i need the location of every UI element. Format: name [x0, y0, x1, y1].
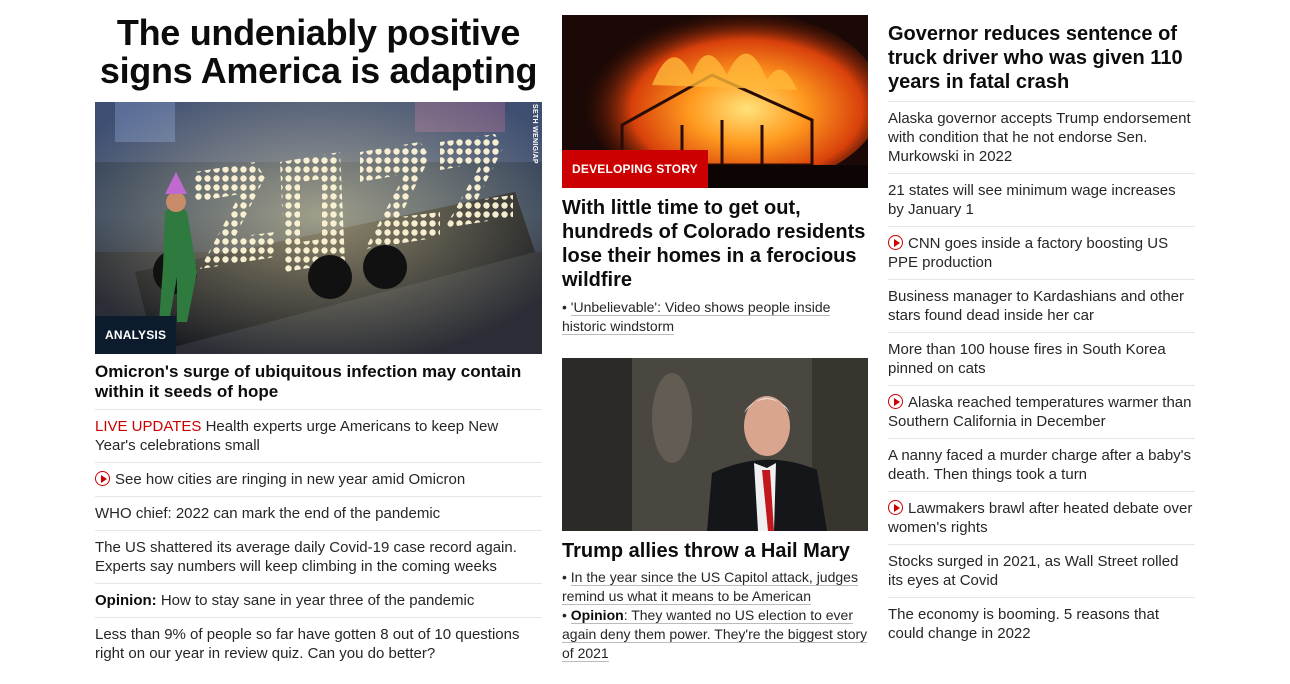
list-item[interactable]: See how cities are ringing in new year a… — [95, 463, 542, 497]
photo-credit: SETH WENIG/AP — [531, 104, 538, 164]
wildfire-headline[interactable]: With little time to get out, hundreds of… — [562, 196, 868, 292]
lead-image[interactable]: SETH WENIG/AP ANALYSIS — [95, 102, 542, 354]
trump-allies-image[interactable] — [562, 358, 868, 531]
list-item[interactable]: Stocks surged in 2021, as Wall Street ro… — [888, 545, 1195, 598]
list-item[interactable]: More than 100 house fires in South Korea… — [888, 333, 1195, 386]
wildfire-related-link[interactable]: • 'Unbelievable': Video shows people ins… — [562, 298, 868, 336]
list-item[interactable]: A nanny faced a murder charge after a ba… — [888, 439, 1195, 492]
play-video-icon — [888, 235, 903, 250]
meadows-photo — [562, 358, 868, 531]
list-item[interactable]: Lawmakers brawl after heated debate over… — [888, 492, 1195, 545]
governor-headline[interactable]: Governor reduces sentence of truck drive… — [888, 22, 1195, 102]
list-item[interactable]: CNN goes inside a factory boosting US PP… — [888, 227, 1195, 280]
lead-subheadline[interactable]: Omicron's surge of ubiquitous infection … — [95, 354, 542, 410]
analysis-label: ANALYSIS — [95, 316, 177, 354]
list-item[interactable]: The economy is booming. 5 reasons that c… — [888, 598, 1195, 650]
left-column: The undeniably positive signs America is… — [95, 0, 542, 670]
list-item[interactable]: Opinion: How to stay sane in year three … — [95, 584, 542, 618]
list-item[interactable]: Business manager to Kardashians and othe… — [888, 280, 1195, 333]
list-item[interactable]: WHO chief: 2022 can mark the end of the … — [95, 497, 542, 531]
play-video-icon — [888, 500, 903, 515]
list-item[interactable]: 21 states will see minimum wage increase… — [888, 174, 1195, 227]
right-column: Governor reduces sentence of truck drive… — [888, 0, 1195, 650]
list-item[interactable]: Alaska reached temperatures warmer than … — [888, 386, 1195, 439]
list-item[interactable]: The US shattered its average daily Covid… — [95, 531, 542, 584]
capitol-attack-link[interactable]: • In the year since the US Capitol attac… — [562, 568, 868, 606]
lead-headline[interactable]: The undeniably positive signs America is… — [95, 14, 542, 90]
list-item[interactable]: Alaska governor accepts Trump endorsemen… — [888, 102, 1195, 174]
trump-allies-headline[interactable]: Trump allies throw a Hail Mary — [562, 539, 868, 563]
wildfire-image[interactable]: DEVELOPING STORY — [562, 15, 868, 188]
developing-story-label: DEVELOPING STORY — [562, 150, 708, 188]
play-video-icon — [888, 394, 903, 409]
middle-column: DEVELOPING STORY With little time to get… — [562, 0, 868, 663]
live-updates-label: LIVE UPDATES — [95, 418, 202, 435]
list-item[interactable]: Less than 9% of people so far have gotte… — [95, 618, 542, 670]
list-item[interactable]: LIVE UPDATES Health experts urge America… — [95, 410, 542, 463]
opinion-link[interactable]: • Opinion: They wanted no US election to… — [562, 606, 868, 663]
play-video-icon — [95, 471, 110, 486]
opinion-label: Opinion: — [95, 592, 157, 609]
